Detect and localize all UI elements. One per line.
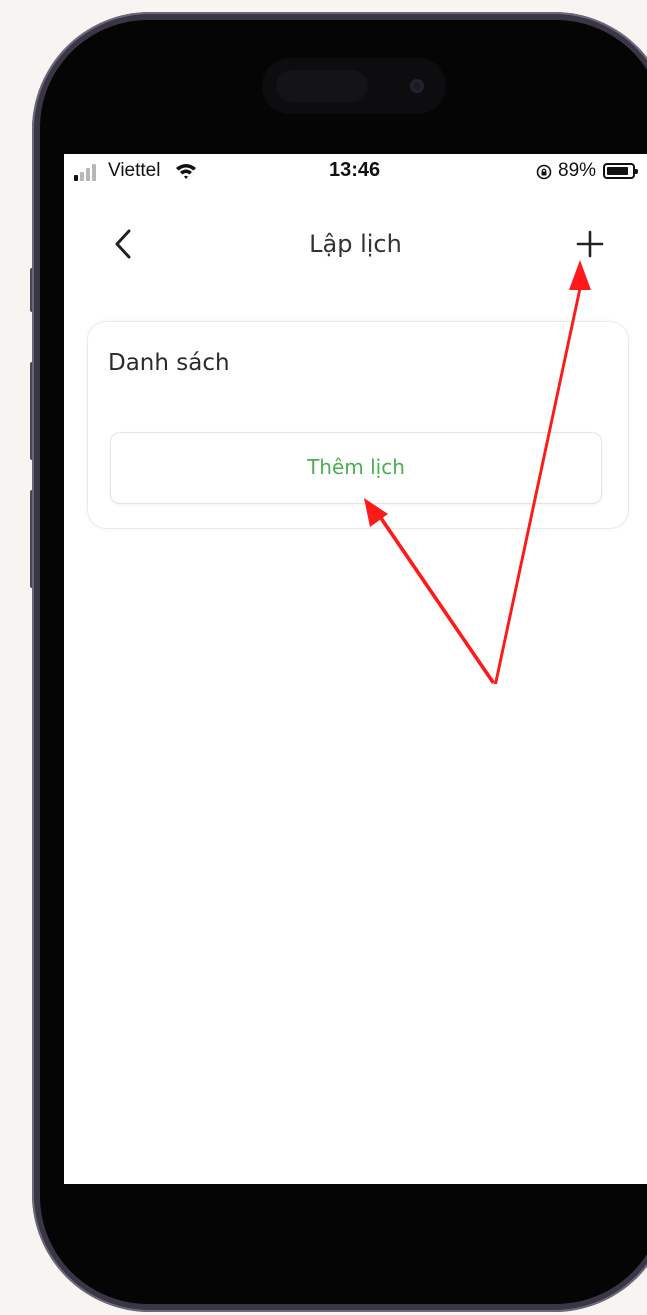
add-button[interactable] — [572, 226, 608, 262]
carrier-name: Viettel — [108, 160, 161, 181]
screen: Viettel 13:46 89% Lập lịch Danh sách Thê… — [64, 154, 647, 1184]
schedule-list-card: Danh sách Thêm lịch — [88, 322, 628, 528]
add-schedule-label: Thêm lịch — [307, 455, 405, 479]
schedule-list-title: Danh sách — [108, 350, 230, 376]
status-time: 13:46 — [329, 159, 381, 181]
cellular-signal-icon — [74, 164, 96, 181]
navigation-bar: Lập lịch — [64, 210, 647, 280]
stage: Viettel 13:46 89% Lập lịch Danh sách Thê… — [0, 0, 647, 1315]
page-title: Lập lịch — [309, 230, 402, 258]
front-camera — [410, 79, 424, 93]
status-bar: Viettel 13:46 89% — [64, 154, 647, 190]
wifi-icon — [176, 164, 196, 179]
plus-icon — [576, 230, 604, 258]
battery-icon — [603, 163, 638, 179]
island-sensor — [276, 70, 368, 102]
dynamic-island — [262, 58, 446, 114]
rotation-lock-icon — [536, 164, 552, 180]
add-schedule-button[interactable]: Thêm lịch — [110, 432, 602, 504]
battery-percent: 89% — [558, 160, 597, 181]
battery-fill — [607, 167, 629, 175]
